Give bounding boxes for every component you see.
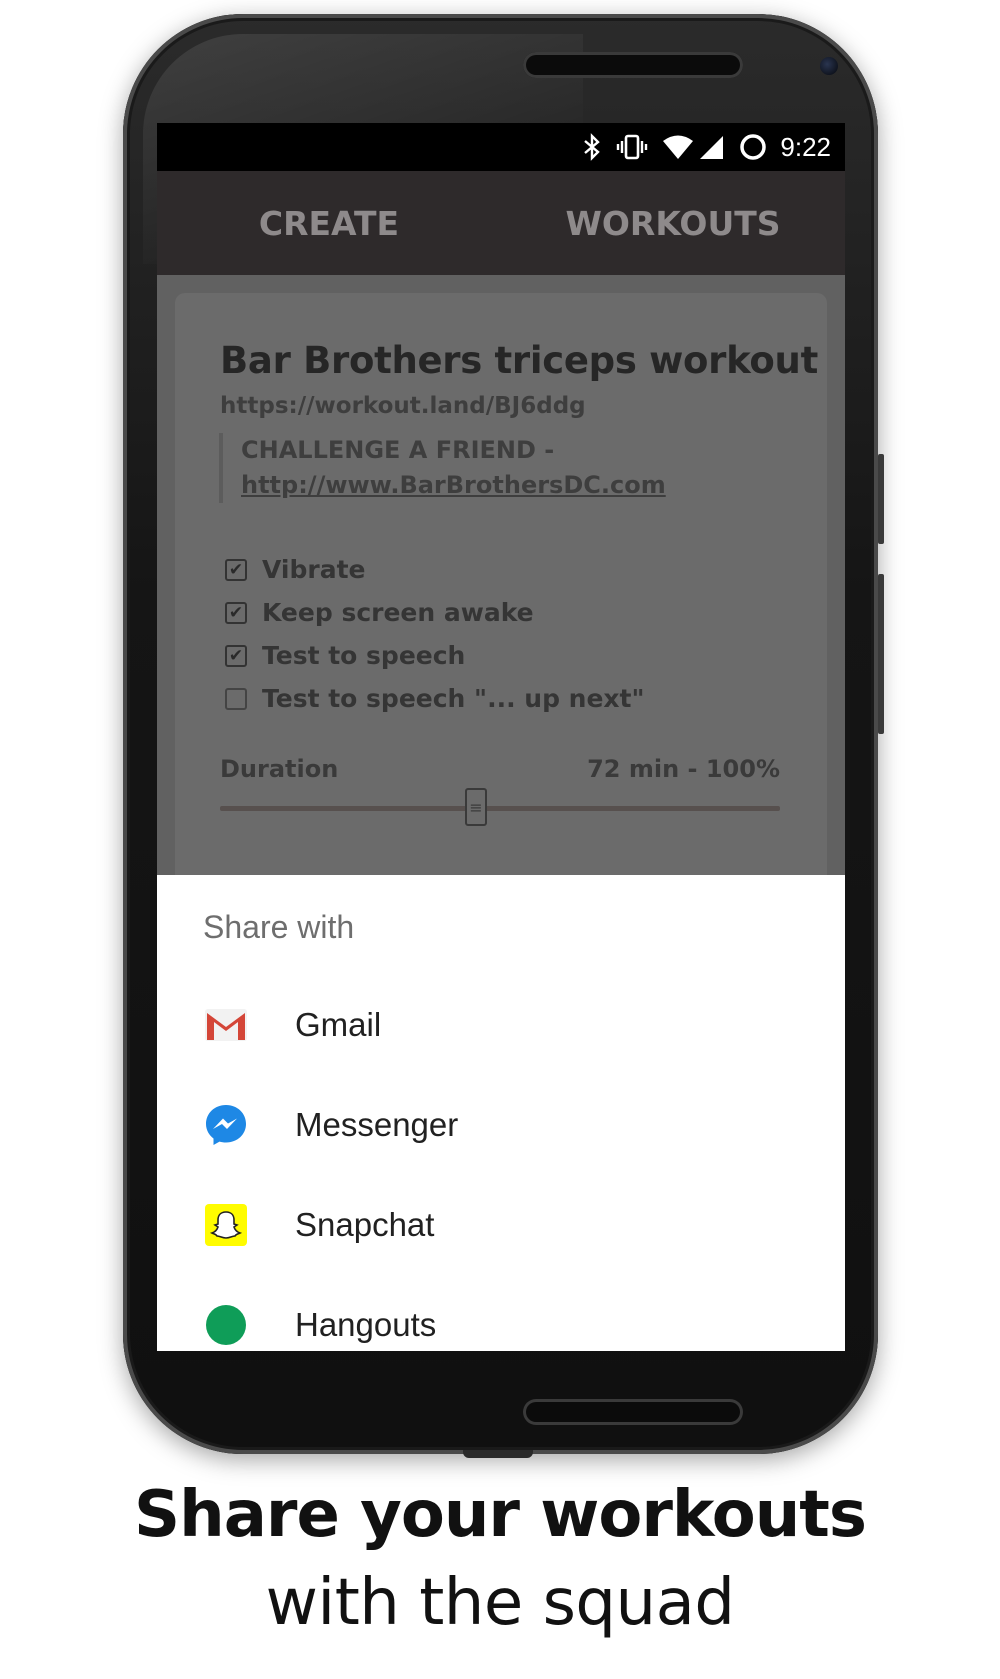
- description-link[interactable]: http://www.BarBrothersDC.com: [241, 468, 666, 503]
- sync-icon: [738, 132, 768, 162]
- option-label: Test to speech "... up next": [262, 684, 645, 713]
- checkbox-unchecked-icon[interactable]: [225, 687, 247, 710]
- description-text: CHALLENGE A FRIEND -: [241, 436, 555, 464]
- wifi-icon: [662, 132, 694, 162]
- duration-label: Duration: [220, 755, 339, 783]
- share-item-label: Messenger: [295, 1106, 459, 1143]
- share-item-label: Hangouts: [295, 1306, 437, 1343]
- duration-row: Duration 72 min - 100%: [220, 755, 780, 783]
- gmail-icon: [203, 1002, 249, 1048]
- option-vibrate[interactable]: ✔ Vibrate: [225, 548, 645, 591]
- signal-icon: [698, 132, 724, 162]
- share-item-hangouts[interactable]: Hangouts: [203, 1295, 436, 1351]
- caption-headline: Share your workouts: [134, 1478, 867, 1552]
- status-bar: 9:22: [157, 123, 845, 171]
- option-label: Vibrate: [262, 555, 366, 584]
- share-sheet-title: Share with: [203, 909, 355, 945]
- top-speaker: [523, 52, 743, 78]
- checkbox-checked-icon[interactable]: ✔: [225, 558, 247, 581]
- hangouts-icon: [203, 1302, 249, 1348]
- caption-subline: with the squad: [265, 1566, 735, 1640]
- status-time: 9:22: [780, 131, 831, 162]
- checkbox-checked-icon[interactable]: ✔: [225, 644, 247, 667]
- workout-content: Bar Brothers triceps workout https://wor…: [157, 275, 845, 893]
- workout-title: Bar Brothers triceps workout: [220, 339, 818, 382]
- messenger-icon: [203, 1102, 249, 1148]
- tab-create[interactable]: CREATE: [157, 171, 501, 275]
- share-sheet: Share with Gmail Messenger Snapchat Hang…: [157, 875, 845, 1351]
- share-item-label: Gmail: [295, 1006, 382, 1043]
- phone-screen: 9:22 CREATE WORKOUTS Bar Brothers tricep…: [157, 123, 845, 1351]
- power-button: [878, 574, 884, 734]
- share-item-messenger[interactable]: Messenger: [203, 1095, 458, 1155]
- tab-workouts[interactable]: WORKOUTS: [501, 171, 845, 275]
- checkbox-checked-icon[interactable]: ✔: [225, 601, 247, 624]
- duration-slider-track[interactable]: [220, 806, 780, 811]
- option-label: Keep screen awake: [262, 598, 534, 627]
- workout-description: CHALLENGE A FRIEND - http://www.BarBroth…: [219, 433, 666, 503]
- option-text-to-speech-up-next[interactable]: Test to speech "... up next": [225, 677, 645, 720]
- duration-value: 72 min - 100%: [587, 755, 780, 783]
- share-item-label: Snapchat: [295, 1206, 435, 1243]
- option-label: Test to speech: [262, 641, 466, 670]
- option-keep-screen-awake[interactable]: ✔ Keep screen awake: [225, 591, 645, 634]
- options-list: ✔ Vibrate ✔ Keep screen awake ✔ Test to …: [225, 548, 645, 720]
- share-item-snapchat[interactable]: Snapchat: [203, 1195, 434, 1255]
- snapchat-icon: [203, 1202, 249, 1248]
- vibrate-icon: [616, 132, 648, 162]
- bluetooth-icon: [582, 132, 602, 162]
- duration-slider-handle[interactable]: ≡: [465, 788, 487, 826]
- volume-button: [878, 454, 884, 544]
- share-item-gmail[interactable]: Gmail: [203, 995, 381, 1055]
- front-camera: [820, 57, 838, 75]
- workout-url[interactable]: https://workout.land/BJ6ddg: [220, 393, 586, 419]
- option-text-to-speech[interactable]: ✔ Test to speech: [225, 634, 645, 677]
- bottom-speaker: [523, 1399, 743, 1425]
- tab-bar: CREATE WORKOUTS: [157, 171, 845, 275]
- workout-card: Bar Brothers triceps workout https://wor…: [175, 293, 827, 893]
